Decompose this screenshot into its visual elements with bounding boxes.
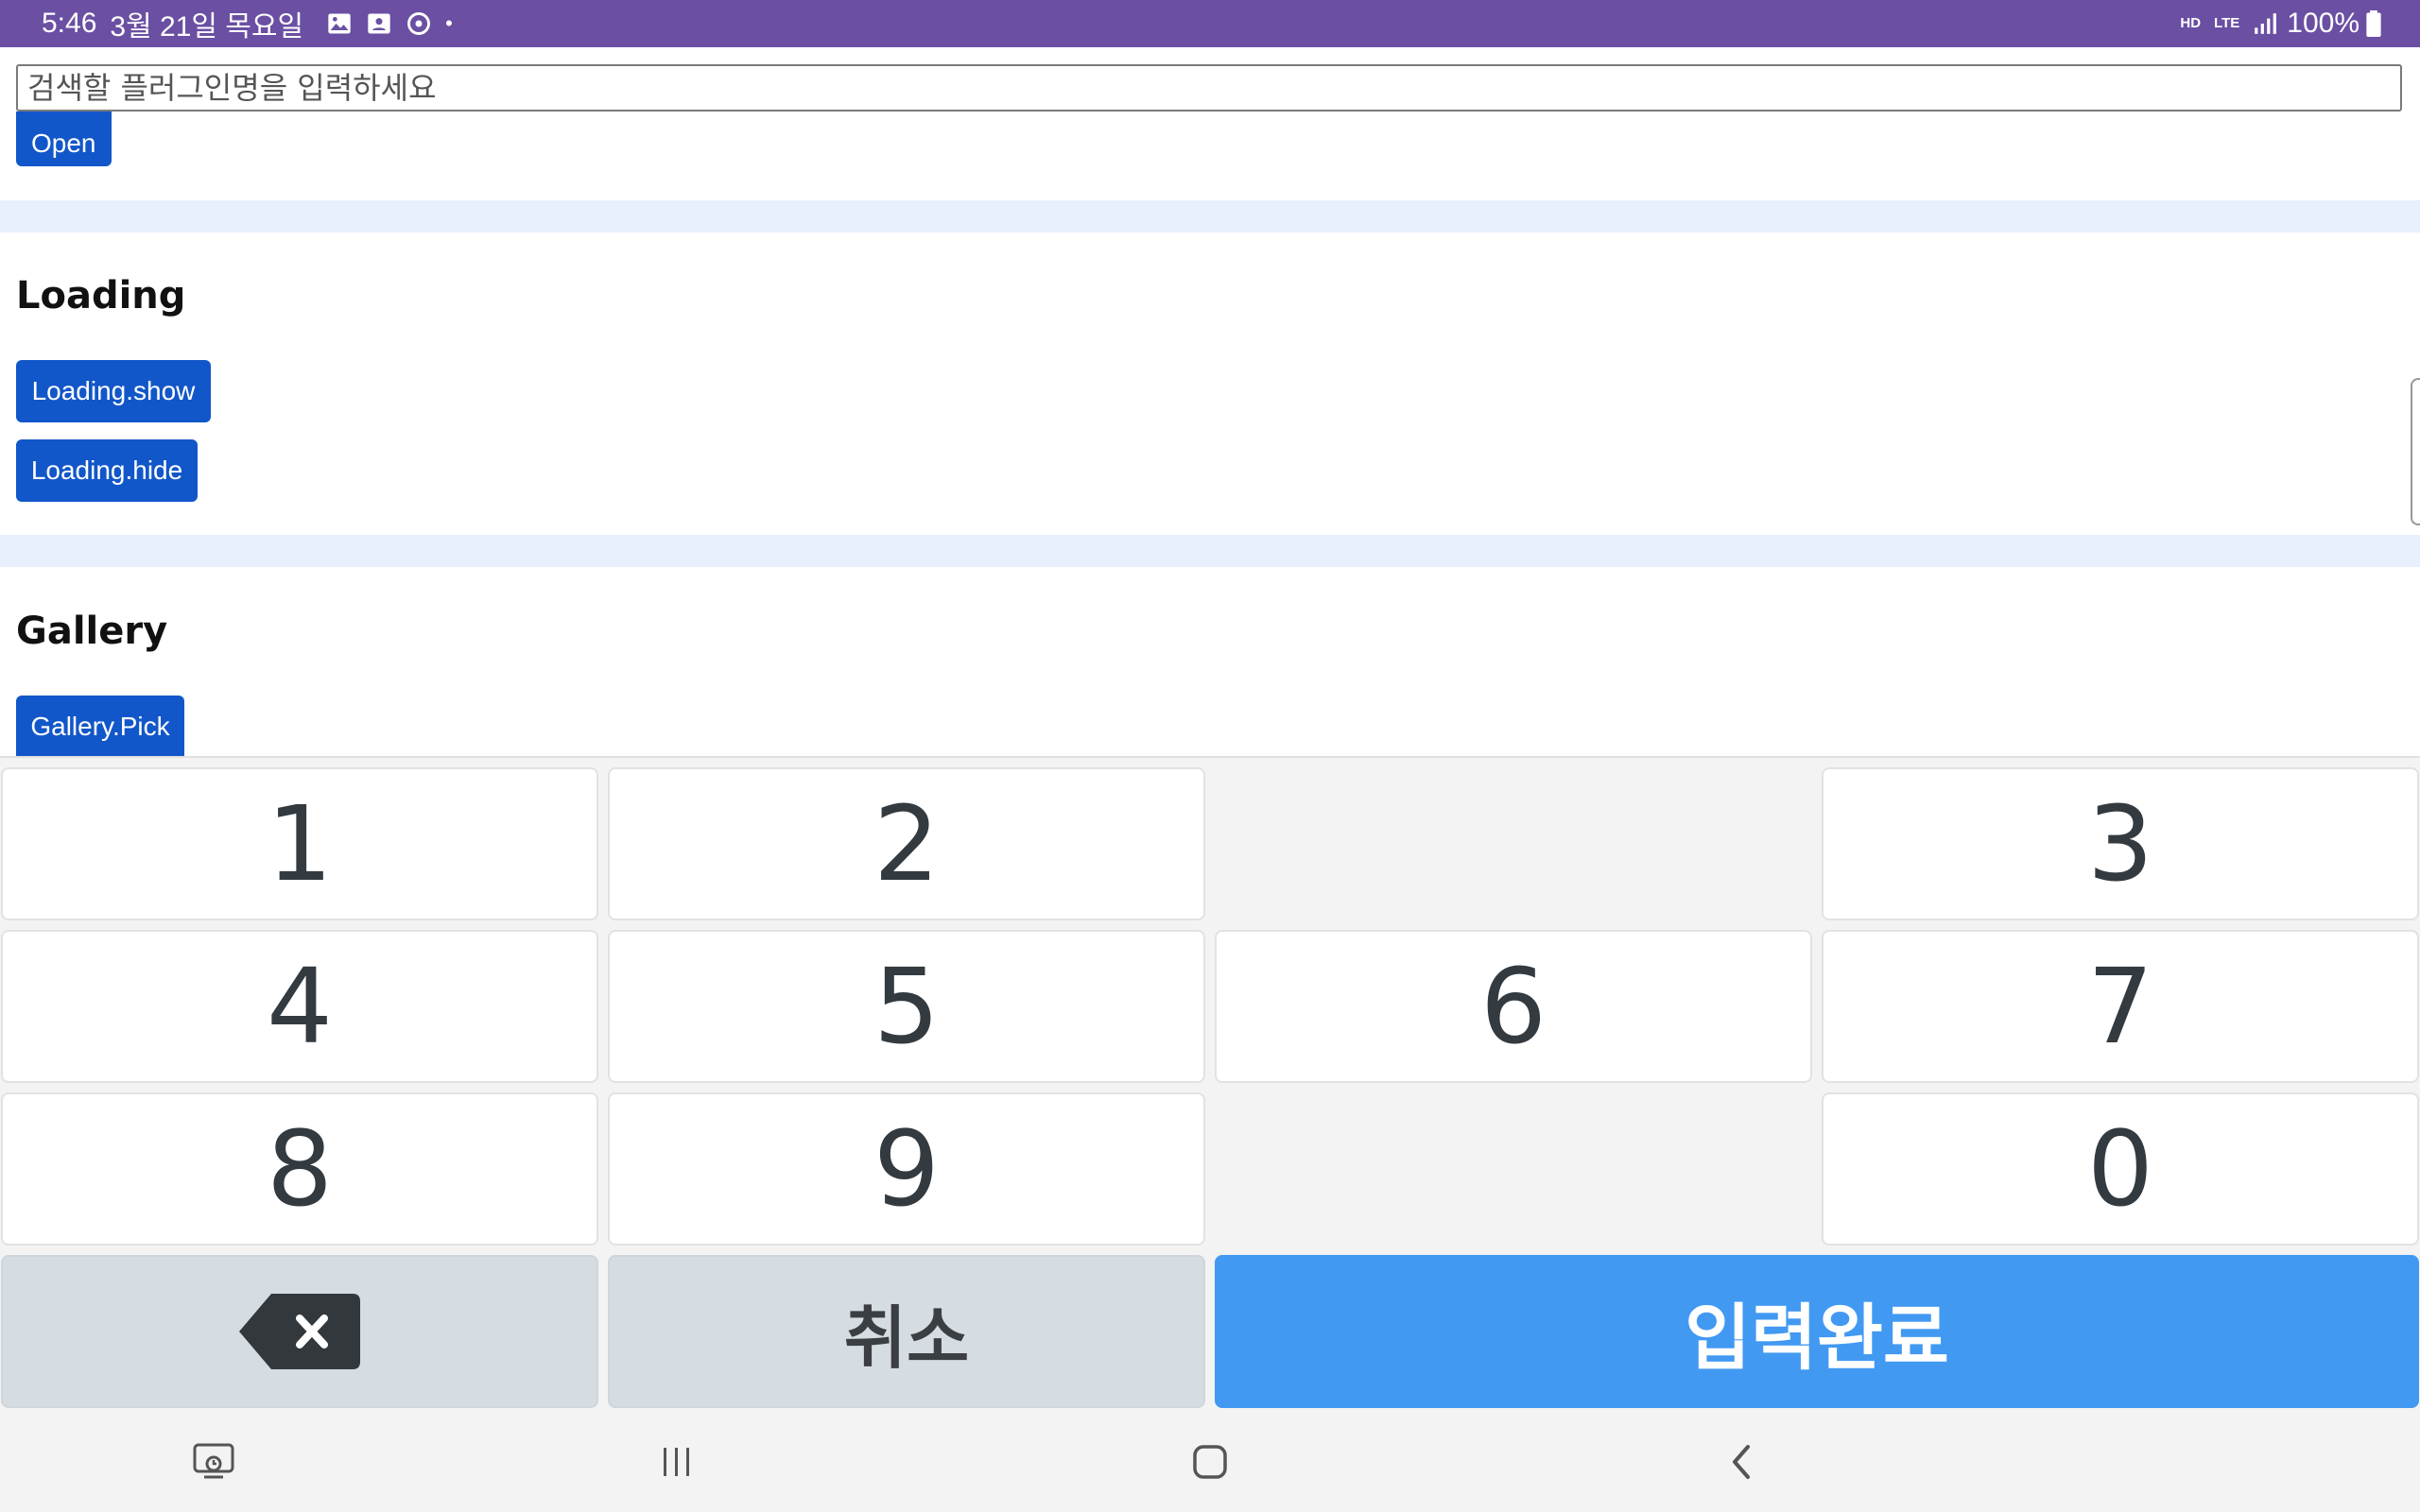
key-5[interactable]: 5 — [608, 930, 1205, 1083]
gallery-section-title: Gallery — [16, 610, 168, 653]
contact-card-icon — [368, 13, 390, 34]
key-4[interactable]: 4 — [1, 930, 598, 1083]
key-7[interactable]: 7 — [1822, 930, 2419, 1083]
recent-apps-icon[interactable] — [648, 1434, 705, 1490]
battery-percent: 100% — [2287, 8, 2360, 39]
cancel-button[interactable]: 취소 — [608, 1255, 1205, 1408]
home-icon[interactable] — [1182, 1434, 1238, 1490]
search-input[interactable] — [16, 64, 2402, 112]
key-8[interactable]: 8 — [1, 1092, 598, 1246]
date: 3월 21일 목요일 — [110, 11, 304, 43]
key-9[interactable]: 9 — [608, 1092, 1205, 1246]
scrollbar-handle[interactable] — [2411, 378, 2420, 525]
done-button[interactable]: 입력완료 — [1215, 1255, 2419, 1408]
key-0[interactable]: 0 — [1822, 1092, 2419, 1246]
numeric-keypad: 1 2 3 4 5 6 7 8 9 0 취소 입력완료 — [0, 756, 2420, 1415]
signal-icon — [2255, 13, 2277, 34]
key-6[interactable]: 6 — [1215, 930, 1812, 1083]
open-button[interactable]: Open — [16, 112, 112, 166]
clock: 5:46 — [42, 8, 97, 39]
sync-icon — [407, 12, 431, 35]
back-icon[interactable] — [1713, 1434, 1770, 1490]
battery-icon — [2366, 10, 2381, 37]
backspace-icon — [239, 1294, 360, 1369]
key-1[interactable]: 1 — [1, 767, 598, 920]
navigation-bar — [0, 1413, 2420, 1512]
notification-dot: • — [445, 11, 453, 35]
loading-hide-button[interactable]: Loading.hide — [16, 439, 198, 502]
keyboard-switch-icon[interactable] — [185, 1434, 242, 1490]
key-2[interactable]: 2 — [608, 767, 1205, 920]
gallery-pick-button[interactable]: Gallery.Pick — [16, 696, 184, 758]
hd-voice-indicator: HD — [2180, 15, 2202, 31]
section-divider — [0, 535, 2420, 567]
loading-section-title: Loading — [16, 274, 186, 318]
backspace-button[interactable] — [1, 1255, 598, 1408]
gallery-icon — [328, 13, 351, 34]
loading-show-button[interactable]: Loading.show — [16, 360, 211, 422]
lte-indicator: LTE — [2214, 15, 2240, 31]
key-3[interactable]: 3 — [1822, 767, 2419, 920]
status-bar: 5:46 3월 21일 목요일 • HD LTE 100% — [0, 0, 2420, 47]
section-divider — [0, 200, 2420, 232]
